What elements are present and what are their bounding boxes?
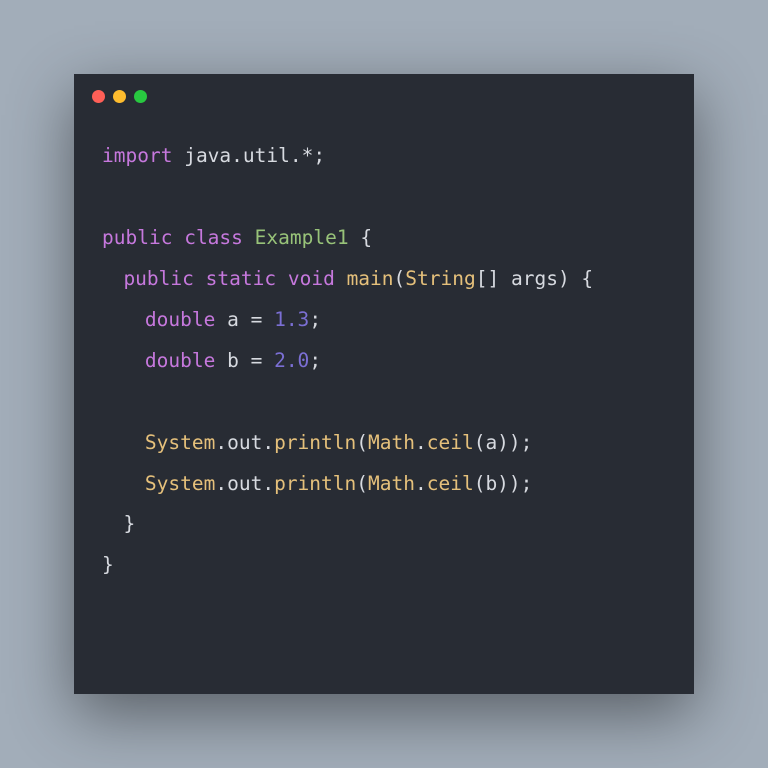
code-token: import [102, 144, 172, 167]
code-token: . [262, 472, 274, 495]
code-token: main [347, 267, 394, 290]
code-token: Math [368, 472, 415, 495]
code-token: . [262, 431, 274, 454]
code-token: . [231, 144, 243, 167]
code-token: double [145, 349, 215, 372]
code-token: . [215, 472, 227, 495]
code-token: println [274, 431, 356, 454]
code-token: 1.3 [274, 308, 309, 331]
code-window: import java.util.*; public class Example… [74, 74, 694, 694]
code-token: System [145, 472, 215, 495]
code-token: args [511, 267, 558, 290]
code-token: ; [309, 349, 321, 372]
code-token: .*; [290, 144, 325, 167]
code-line [102, 382, 666, 423]
code-line: System.out.println(Math.ceil(a)); [102, 423, 666, 464]
code-token: ) { [558, 267, 593, 290]
minimize-icon[interactable] [113, 90, 126, 103]
code-token: ( [356, 472, 368, 495]
code-token: Example1 [255, 226, 349, 249]
code-line: double b = 2.0; [102, 341, 666, 382]
code-token: b [215, 349, 250, 372]
code-token [276, 267, 288, 290]
code-line: } [102, 504, 666, 545]
code-token [172, 226, 184, 249]
code-token: class [184, 226, 243, 249]
code-line: System.out.println(Math.ceil(b)); [102, 464, 666, 505]
code-token: ( [356, 431, 368, 454]
code-token [335, 267, 347, 290]
code-token: println [274, 472, 356, 495]
code-token: [] [476, 267, 511, 290]
code-token: } [102, 553, 114, 576]
code-token: } [123, 512, 135, 535]
code-token [262, 308, 274, 331]
code-token: out [227, 431, 262, 454]
code-token [194, 267, 206, 290]
code-token: double [145, 308, 215, 331]
code-token [243, 226, 255, 249]
code-token: public [102, 226, 172, 249]
code-token: out [227, 472, 262, 495]
titlebar [74, 74, 694, 118]
close-icon[interactable] [92, 90, 105, 103]
code-token [172, 144, 184, 167]
code-token: util [243, 144, 290, 167]
code-line: public static void main(String[] args) { [102, 259, 666, 300]
code-area: import java.util.*; public class Example… [74, 118, 694, 694]
code-token: String [405, 267, 475, 290]
code-line: public class Example1 { [102, 218, 666, 259]
code-token: = [251, 308, 263, 331]
code-line: import java.util.*; [102, 136, 666, 177]
code-token: static [206, 267, 276, 290]
code-token: public [123, 267, 193, 290]
code-token: System [145, 431, 215, 454]
code-token: { [349, 226, 372, 249]
code-line: double a = 1.3; [102, 300, 666, 341]
code-token: ceil [427, 472, 474, 495]
code-token: . [415, 431, 427, 454]
code-line [102, 177, 666, 218]
code-token: . [415, 472, 427, 495]
code-token: ( [394, 267, 406, 290]
code-token: (a)); [474, 431, 533, 454]
code-token: ; [309, 308, 321, 331]
code-token [262, 349, 274, 372]
code-token: = [251, 349, 263, 372]
code-line: } [102, 545, 666, 586]
code-token: ceil [427, 431, 474, 454]
code-token: Math [368, 431, 415, 454]
code-token: (b)); [474, 472, 533, 495]
code-token: void [288, 267, 335, 290]
code-token: java [184, 144, 231, 167]
code-token: . [215, 431, 227, 454]
code-token: a [215, 308, 250, 331]
code-token: 2.0 [274, 349, 309, 372]
zoom-icon[interactable] [134, 90, 147, 103]
